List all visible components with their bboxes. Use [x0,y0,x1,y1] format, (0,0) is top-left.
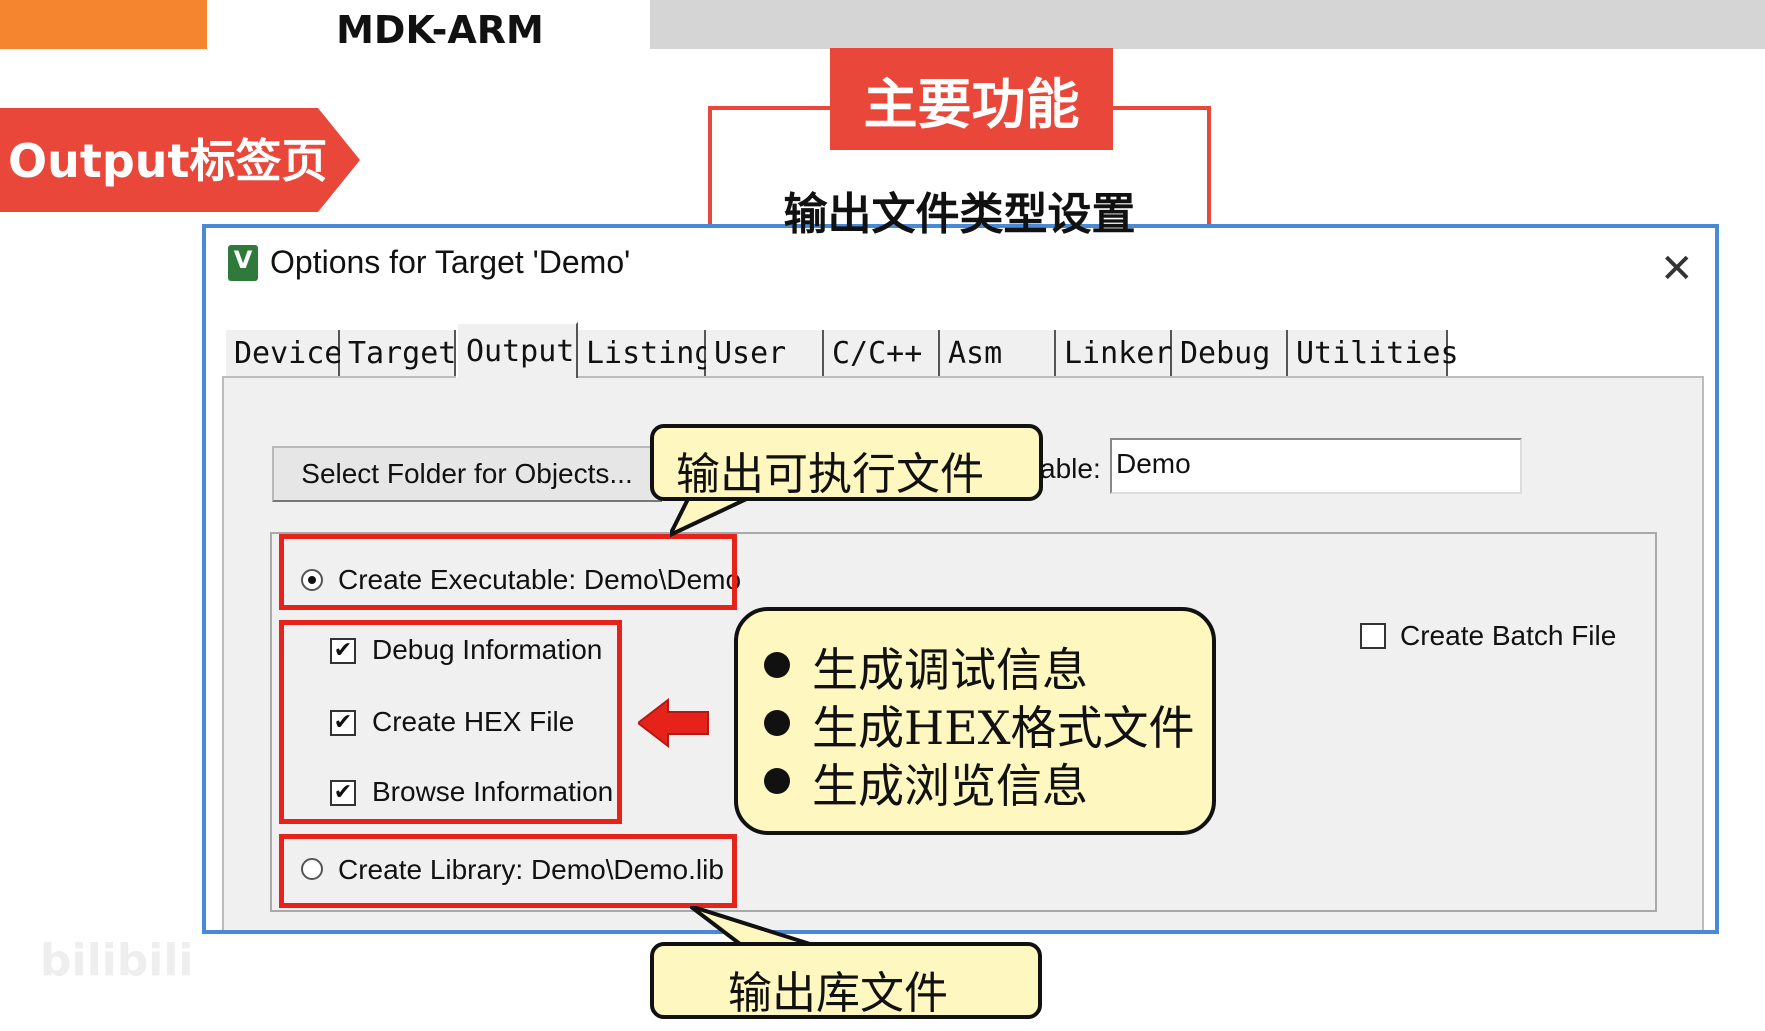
tab-linker[interactable]: Linker [1056,330,1172,376]
bullet-dot [764,652,790,678]
executable-name-input[interactable]: Demo [1110,438,1522,494]
bullet-debug-info: 生成调试信息 [812,643,1088,697]
executable-name-label: able: [1040,453,1101,484]
highlight-library [279,834,737,908]
highlight-output-options [279,620,622,824]
tab-target[interactable]: Target [340,330,456,376]
section-label: Output标签页 [8,134,328,188]
select-folder-button[interactable]: Select Folder for Objects... [272,446,662,502]
create-batch-label: Create Batch File [1400,620,1617,651]
tab-device[interactable]: Device [226,330,342,376]
callout-library-text: 输出库文件 [728,968,948,1019]
main-function-description: 输出文件类型设置 [783,189,1136,240]
red-arrow-icon [638,698,709,748]
highlight-executable [279,534,737,610]
tab-output[interactable]: Output [456,322,578,378]
tab-utilities[interactable]: Utilities [1288,330,1459,376]
watermark-logo: bilibili [40,935,194,986]
bullet-dot [764,768,790,794]
keil-app-icon-letter: V [233,246,253,274]
tab-listing[interactable]: Listing [578,330,712,376]
create-batch-checkbox[interactable] [1360,623,1386,649]
bullet-dot [764,710,790,736]
close-icon[interactable]: ✕ [1660,246,1694,292]
bullet-browse-info: 生成浏览信息 [812,759,1088,813]
dialog-title: Options for Target 'Demo' [270,244,631,280]
header-gray-bar [650,0,1765,49]
header-orange-bar [0,0,207,49]
tab-asm[interactable]: Asm [940,330,1056,376]
tab-c-cpp[interactable]: C/C++ [824,330,940,376]
tab-user[interactable]: User [706,330,824,376]
tab-debug[interactable]: Debug [1172,330,1288,376]
callout-executable-text: 输出可执行文件 [676,449,984,500]
callout-lib-pointer [690,906,811,946]
main-function-header: 主要功能 [830,48,1113,150]
bullet-hex: 生成HEX格式文件 [812,701,1195,755]
slide-title: MDK-ARM [336,8,544,52]
